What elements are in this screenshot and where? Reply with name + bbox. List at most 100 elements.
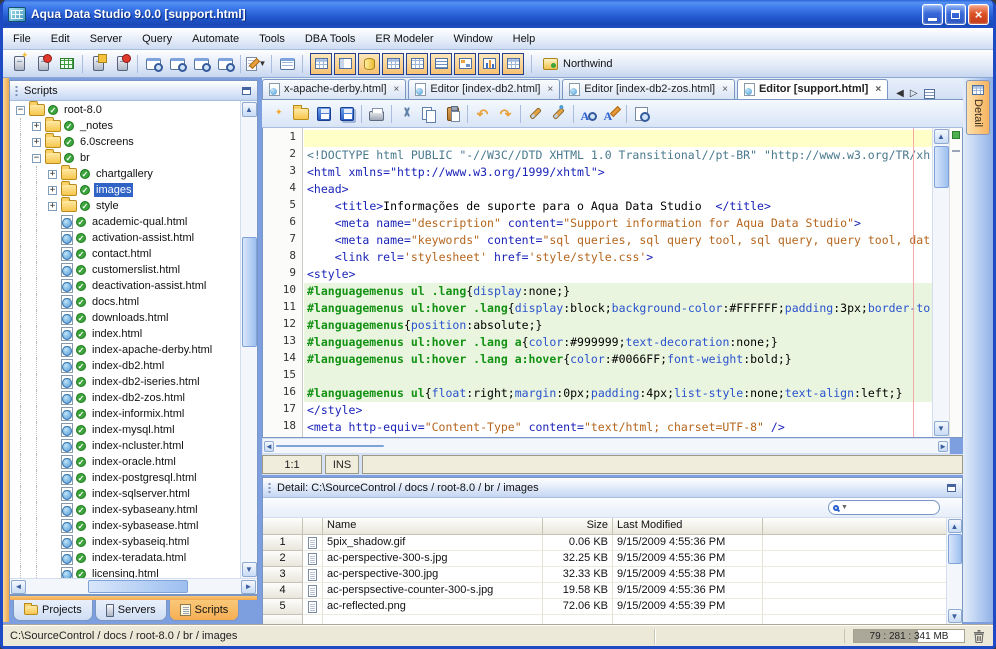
server-disconnect-button[interactable] — [110, 52, 134, 76]
tree-item-index-apache-derby-html[interactable]: ✓index-apache-derby.html — [10, 342, 240, 358]
tree-item-root-8-0[interactable]: −✓root-8.0 — [10, 102, 240, 118]
pivot-grid-toggle[interactable] — [406, 53, 428, 75]
menu-tools[interactable]: Tools — [249, 30, 295, 48]
tree-item-deactivation-assist-html[interactable]: ✓deactivation-assist.html — [10, 278, 240, 294]
scroll-thumb[interactable] — [948, 534, 962, 564]
tree-item-activation-assist-html[interactable]: ✓activation-assist.html — [10, 230, 240, 246]
menu-help[interactable]: Help — [503, 30, 546, 48]
tree-item-index-postgresql-html[interactable]: ✓index-postgresql.html — [10, 470, 240, 486]
table-row[interactable]: 15pix_shadow.gif0.06 KB9/15/2009 4:55:36… — [263, 535, 962, 551]
tree-item-customerslist-html[interactable]: ✓customerslist.html — [10, 262, 240, 278]
tree-item-index-mysql-html[interactable]: ✓index-mysql.html — [10, 422, 240, 438]
save-button[interactable] — [312, 102, 335, 125]
garbage-collect-icon[interactable] — [973, 629, 985, 643]
server-register-button[interactable] — [7, 52, 31, 76]
tree-item-index-db2-html[interactable]: ✓index-db2.html — [10, 358, 240, 374]
tree-item-chartgallery[interactable]: +✓chartgallery — [10, 166, 240, 182]
copy-button[interactable] — [418, 102, 441, 125]
scroll-up-icon[interactable]: ▲ — [948, 519, 962, 533]
query-compare-button[interactable] — [213, 52, 237, 76]
scroll-thumb[interactable] — [276, 445, 384, 447]
tree-item-licensing-html[interactable]: ✓licensing.html — [10, 566, 240, 578]
table-row[interactable] — [263, 615, 962, 624]
minimize-button[interactable] — [922, 4, 943, 25]
new-file-button[interactable] — [266, 102, 289, 125]
expander-icon[interactable]: + — [32, 138, 41, 147]
code-text[interactable]: <!DOCTYPE html PUBLIC "-//W3C//DTD XHTML… — [304, 128, 932, 437]
tree-item-index-db2-iseries-html[interactable]: ✓index-db2-iseries.html — [10, 374, 240, 390]
search-box[interactable]: ▼ — [828, 500, 940, 515]
tree-item-style[interactable]: +✓style — [10, 198, 240, 214]
column-header-modified[interactable]: Last Modified — [613, 518, 763, 535]
expander-icon[interactable]: + — [48, 170, 57, 179]
menu-file[interactable]: File — [3, 30, 41, 48]
tree-v-scrollbar[interactable]: ▲ ▼ — [240, 101, 257, 578]
list-view-toggle[interactable] — [430, 53, 452, 75]
tree-item-index-informix-html[interactable]: ✓index-informix.html — [10, 406, 240, 422]
scroll-right-icon[interactable]: ► — [938, 441, 948, 452]
tab-list-icon[interactable] — [924, 89, 935, 99]
expander-icon[interactable]: + — [32, 122, 41, 131]
table-grid-toggle[interactable] — [382, 53, 404, 75]
schema-browser-button[interactable] — [275, 52, 299, 76]
tree-item-downloads-html[interactable]: ✓downloads.html — [10, 310, 240, 326]
search-input[interactable] — [850, 501, 935, 514]
tree-item-images[interactable]: +✓images — [10, 182, 240, 198]
column-header-name[interactable]: Name — [323, 518, 543, 535]
maximize-button[interactable] — [945, 4, 966, 25]
editor-tab-editor-index-db2-zos-html[interactable]: Editor [index-db2-zos.html]× — [562, 79, 735, 99]
find-button[interactable] — [577, 102, 600, 125]
paste-button[interactable] — [441, 102, 464, 125]
expander-icon[interactable]: − — [16, 106, 25, 115]
tab-scroll-right-icon[interactable]: ▷ — [910, 88, 918, 99]
scroll-up-icon[interactable]: ▲ — [934, 129, 949, 144]
automate-script-button[interactable]: ▼ — [244, 52, 268, 76]
results-table-button[interactable] — [55, 52, 79, 76]
form-view-toggle[interactable] — [334, 53, 356, 75]
chart-view-toggle[interactable] — [478, 53, 500, 75]
grid-view-toggle[interactable] — [310, 53, 332, 75]
float-panel-icon[interactable] — [242, 87, 251, 95]
tree-item-index-sybaseiq-html[interactable]: ✓index-sybaseiq.html — [10, 534, 240, 550]
tab-servers[interactable]: Servers — [95, 600, 167, 621]
menu-edit[interactable]: Edit — [41, 30, 80, 48]
tree-item-index-html[interactable]: ✓index.html — [10, 326, 240, 342]
tree-item-notes[interactable]: +✓_notes — [10, 118, 240, 134]
tree-item-academic-qual-html[interactable]: ✓academic-qual.html — [10, 214, 240, 230]
expander-icon[interactable]: + — [48, 186, 57, 195]
menu-server[interactable]: Server — [80, 30, 132, 48]
tree-item-index-teradata-html[interactable]: ✓index-teradata.html — [10, 550, 240, 566]
memory-indicator[interactable]: 79 : 281 : 341 MB — [853, 629, 965, 643]
undo-button[interactable]: ↶ — [471, 102, 494, 125]
format-brush-button[interactable] — [524, 102, 547, 125]
close-tab-icon[interactable]: × — [722, 84, 728, 95]
menu-query[interactable]: Query — [132, 30, 182, 48]
menu-dba-tools[interactable]: DBA Tools — [295, 30, 366, 48]
editor-tab-editor-support-html[interactable]: Editor [support.html]× — [737, 79, 888, 99]
editor-tab-editor-index-db2-html[interactable]: Editor [index-db2.html]× — [408, 79, 560, 99]
tree-item-index-db2-zos-html[interactable]: ✓index-db2-zos.html — [10, 390, 240, 406]
detail-panel-header[interactable]: Detail: C:\SourceControl / docs / root-8… — [263, 478, 962, 498]
menu-window[interactable]: Window — [444, 30, 503, 48]
scroll-up-icon[interactable]: ▲ — [242, 102, 257, 117]
scroll-thumb[interactable] — [88, 580, 188, 593]
editor-h-scrollbar[interactable]: ◄ ► — [262, 438, 950, 454]
connection-selector[interactable]: Northwind — [543, 58, 613, 70]
tree-item-index-sqlserver-html[interactable]: ✓index-sqlserver.html — [10, 486, 240, 502]
query-history-button[interactable] — [189, 52, 213, 76]
table-row[interactable]: 3ac-perspective-300.jpg32.33 KB9/15/2009… — [263, 567, 962, 583]
editor-v-scrollbar[interactable]: ▲ ▼ — [932, 128, 949, 437]
close-button[interactable]: × — [968, 4, 989, 25]
redo-button[interactable]: ↷ — [494, 102, 517, 125]
tree-item-contact-html[interactable]: ✓contact.html — [10, 246, 240, 262]
scroll-down-icon[interactable]: ▼ — [934, 421, 949, 436]
float-panel-icon[interactable] — [947, 484, 956, 492]
scripts-panel-header[interactable]: Scripts — [10, 81, 257, 101]
scroll-left-icon[interactable]: ◄ — [11, 580, 26, 594]
expander-icon[interactable]: + — [48, 202, 57, 211]
menu-er-modeler[interactable]: ER Modeler — [365, 30, 443, 48]
tree-item-br[interactable]: −✓br — [10, 150, 240, 166]
er-view-toggle[interactable] — [454, 53, 476, 75]
scroll-left-icon[interactable]: ◄ — [264, 441, 274, 452]
expander-icon[interactable]: − — [32, 154, 41, 163]
